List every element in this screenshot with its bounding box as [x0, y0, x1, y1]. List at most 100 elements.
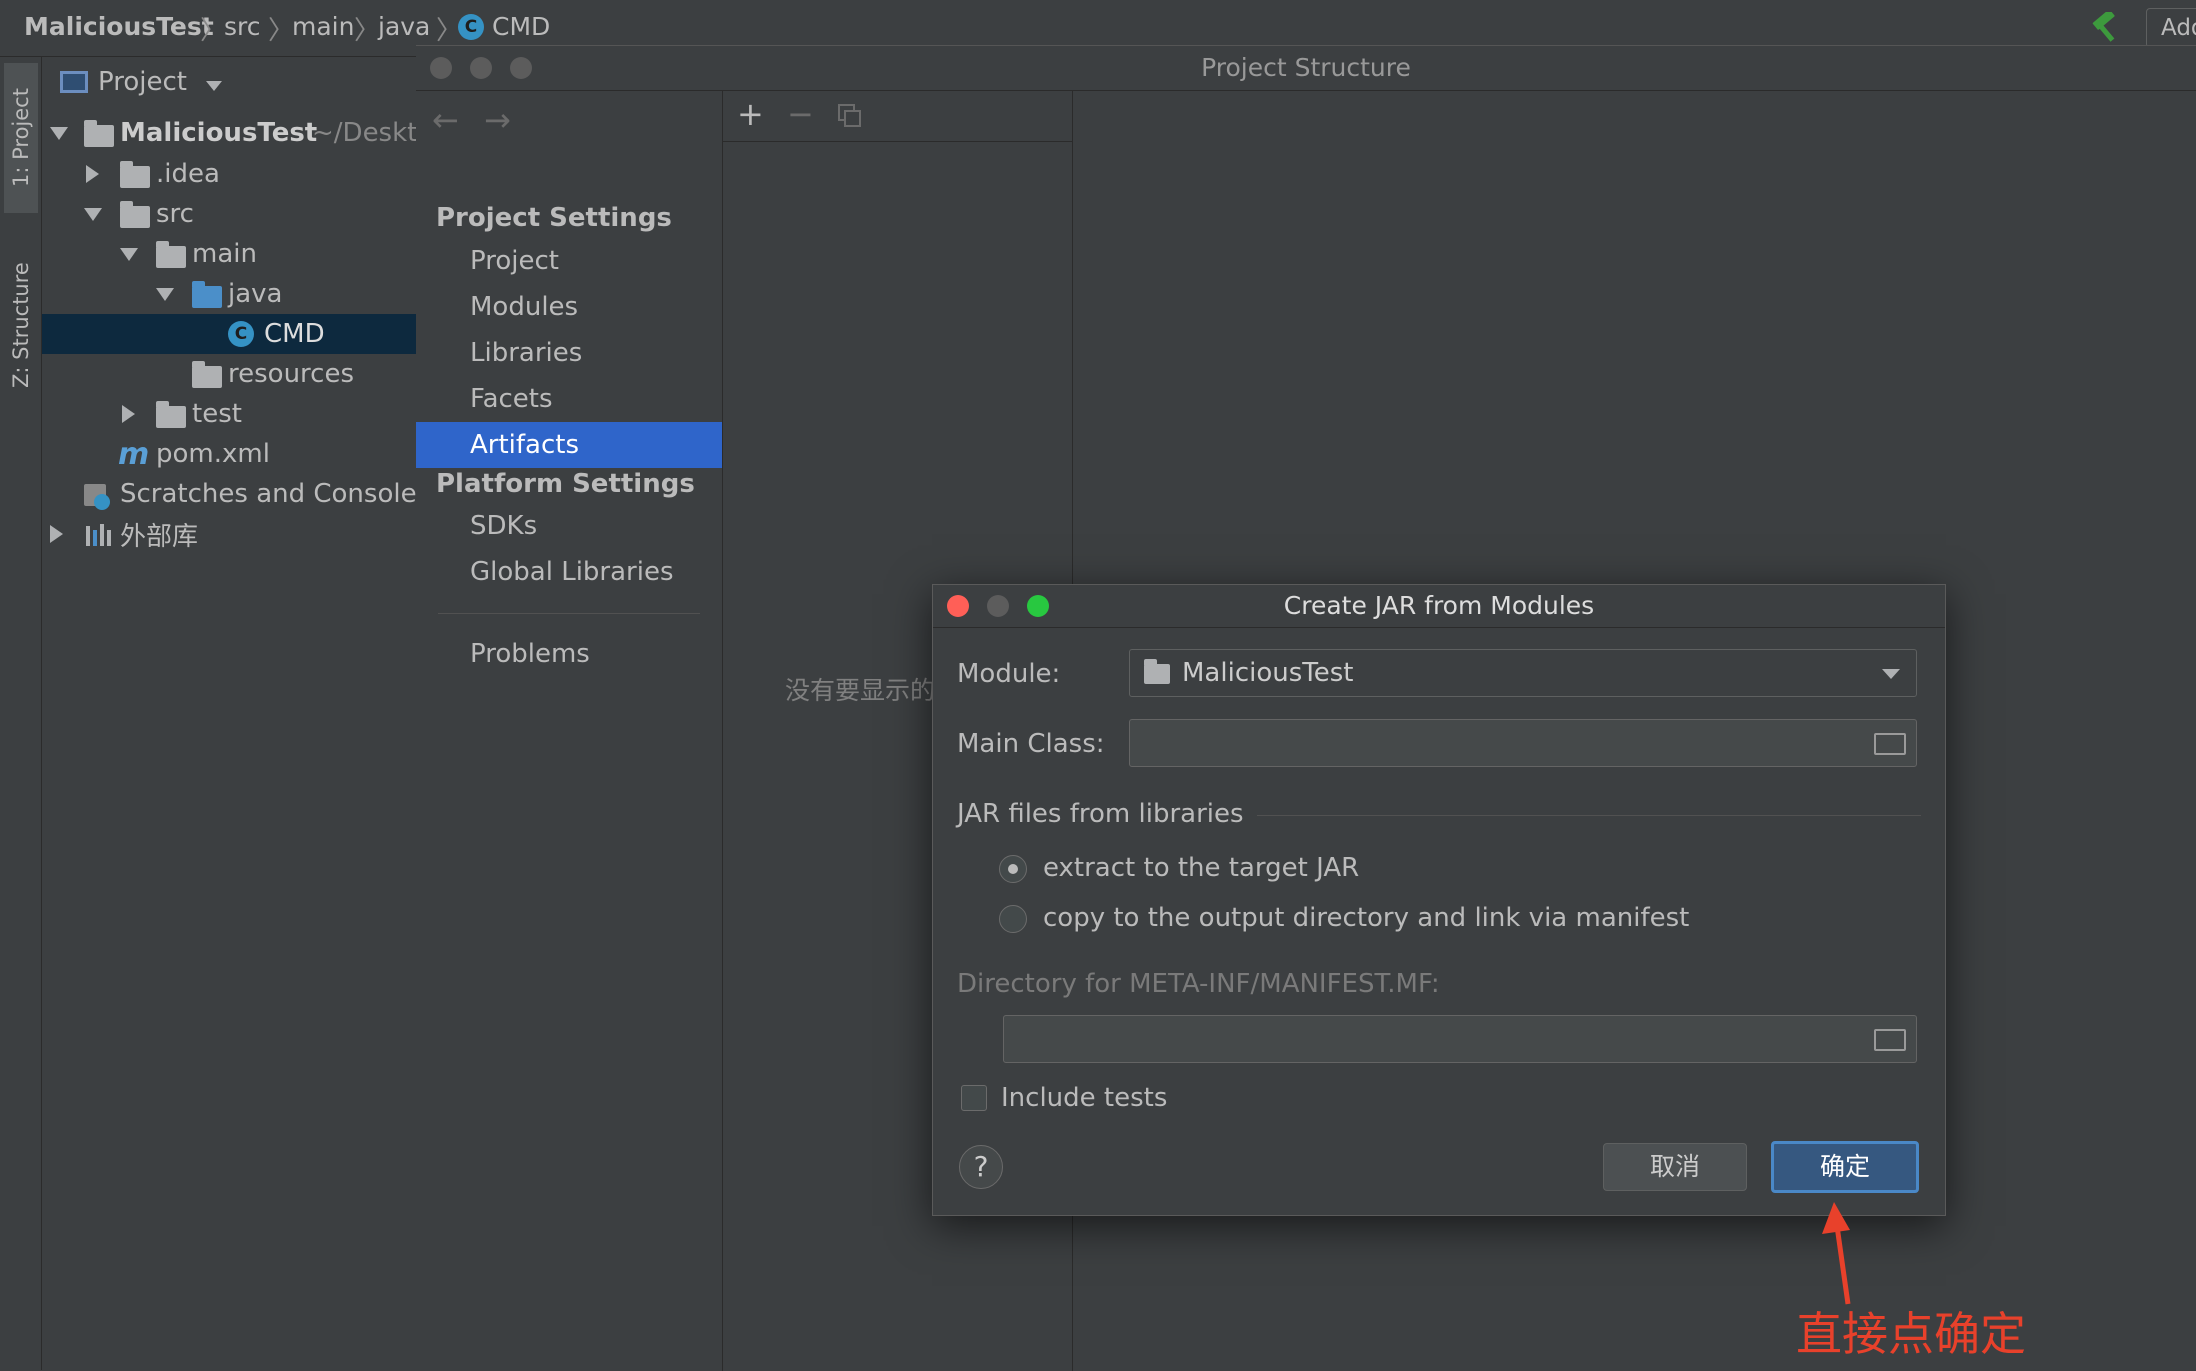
module-folder-icon	[1144, 659, 1170, 684]
collapse-arrow-icon[interactable]	[50, 525, 63, 543]
tree-item-root[interactable]: MaliciousTest ~/Deskt	[42, 113, 418, 153]
artifacts-toolbar: + −	[723, 91, 1072, 142]
minimize-window-icon[interactable]	[987, 595, 1009, 617]
nav-item-project[interactable]: Project	[416, 238, 722, 284]
chevron-down-icon[interactable]	[206, 81, 222, 91]
nav-item-libraries[interactable]: Libraries	[416, 330, 722, 376]
project-panel-title[interactable]: Project	[98, 67, 187, 97]
nav-item-sdks[interactable]: SDKs	[416, 503, 722, 549]
tree-item-label: MaliciousTest	[120, 118, 318, 148]
breadcrumb-item-main[interactable]: main	[292, 12, 354, 41]
radio-extract[interactable]	[999, 855, 1027, 883]
create-jar-title: Create JAR from Modules	[933, 585, 1945, 628]
folder-icon	[120, 161, 150, 188]
zoom-window-icon[interactable]	[510, 57, 532, 79]
expand-arrow-icon[interactable]	[50, 127, 68, 140]
collapse-arrow-icon[interactable]	[86, 165, 99, 183]
tree-item-external-libraries[interactable]: 外部库	[42, 514, 416, 554]
tree-item-scratches[interactable]: Scratches and Consoles	[42, 474, 416, 514]
browse-folder-icon[interactable]	[1874, 733, 1906, 755]
ok-button[interactable]: 确定	[1771, 1141, 1919, 1193]
tree-item-idea[interactable]: .idea	[42, 154, 416, 194]
breadcrumb-item-project[interactable]: MaliciousTest	[24, 12, 214, 41]
tree-item-resources[interactable]: resources	[42, 354, 416, 394]
tab-structure[interactable]: Z: Structure	[4, 245, 38, 405]
project-view-icon	[60, 71, 88, 93]
forward-arrow-icon[interactable]: →	[484, 101, 511, 139]
module-folder-icon	[84, 120, 114, 147]
radio-copy-label[interactable]: copy to the output directory and link vi…	[1043, 903, 1689, 933]
scratches-icon	[84, 484, 110, 510]
library-icon	[86, 524, 111, 546]
copy-icon[interactable]	[837, 103, 863, 129]
expand-arrow-icon[interactable]	[120, 248, 138, 261]
collapse-arrow-icon[interactable]	[122, 405, 135, 423]
close-window-icon[interactable]	[947, 595, 969, 617]
section-divider	[1257, 815, 1921, 816]
tree-item-label: pom.xml	[156, 439, 270, 469]
divider	[438, 613, 700, 614]
breadcrumb-item-cmd[interactable]: CMD	[492, 12, 550, 41]
dialog-title-text: Create JAR from Modules	[1283, 591, 1595, 620]
remove-icon[interactable]: −	[787, 95, 814, 133]
tree-item-label: .idea	[156, 159, 220, 189]
tree-item-test[interactable]: test	[42, 394, 416, 434]
radio-extract-label[interactable]: extract to the target JAR	[1043, 853, 1359, 883]
empty-list-text: 没有要显示的	[785, 676, 936, 705]
nav-item-problems[interactable]: Problems	[416, 631, 722, 677]
tree-item-label: test	[192, 399, 242, 429]
tree-item-java[interactable]: java	[42, 274, 416, 314]
tree-item-path: ~/Deskt	[312, 118, 418, 148]
chevron-right-icon: 〉	[200, 16, 227, 46]
add-configuration-button[interactable]: Add	[2146, 8, 2196, 48]
tree-item-cmd[interactable]: C CMD	[42, 314, 416, 354]
resources-folder-icon	[192, 361, 222, 388]
jar-files-section-label: JAR files from libraries	[957, 799, 1244, 829]
source-folder-icon	[192, 281, 222, 308]
java-class-icon: C	[228, 321, 254, 347]
main-class-label: Main Class:	[957, 729, 1105, 759]
cancel-button[interactable]: 取消	[1603, 1143, 1747, 1191]
tab-project[interactable]: 1: Project	[4, 63, 38, 213]
browse-folder-icon[interactable]	[1874, 1029, 1906, 1051]
settings-nav: ← → Project Settings Project Modules Lib…	[416, 91, 723, 1371]
nav-item-modules[interactable]: Modules	[416, 284, 722, 330]
close-window-icon[interactable]	[430, 57, 452, 79]
annotation-text: 直接点确定	[1796, 1307, 2026, 1361]
create-jar-dialog: Create JAR from Modules Module: Maliciou…	[932, 584, 1946, 1216]
include-tests-checkbox[interactable]	[961, 1085, 987, 1111]
nav-item-artifacts[interactable]: Artifacts	[416, 422, 722, 468]
include-tests-label[interactable]: Include tests	[1001, 1083, 1167, 1113]
tree-item-label: java	[228, 279, 283, 309]
help-button[interactable]: ?	[959, 1145, 1003, 1189]
project-structure-title: Project Structure	[416, 46, 2196, 91]
chevron-right-icon: 〉	[354, 16, 381, 46]
tree-item-label: resources	[228, 359, 355, 389]
module-select[interactable]: MaliciousTest	[1129, 649, 1917, 697]
annotation-arrow-icon	[1822, 1202, 1851, 1305]
breadcrumb-item-src[interactable]: src	[224, 12, 261, 41]
zoom-window-icon[interactable]	[1027, 595, 1049, 617]
nav-item-facets[interactable]: Facets	[416, 376, 722, 422]
tree-item-main[interactable]: main	[42, 234, 416, 274]
folder-icon	[120, 201, 150, 228]
expand-arrow-icon[interactable]	[156, 288, 174, 301]
expand-arrow-icon[interactable]	[84, 208, 102, 221]
breadcrumb-item-java[interactable]: java	[378, 12, 430, 41]
manifest-dir-field[interactable]	[1003, 1015, 1917, 1063]
minimize-window-icon[interactable]	[470, 57, 492, 79]
tool-window-strip: 1: Project Z: Structure	[0, 57, 42, 1370]
back-arrow-icon[interactable]: ←	[432, 101, 459, 139]
nav-item-global-libraries[interactable]: Global Libraries	[416, 549, 722, 595]
hammer-icon[interactable]	[2090, 12, 2124, 44]
module-label: Module:	[957, 659, 1061, 689]
tree-item-src[interactable]: src	[42, 194, 416, 234]
add-icon[interactable]: +	[737, 95, 764, 133]
chevron-down-icon[interactable]	[1882, 669, 1900, 679]
folder-icon	[156, 241, 186, 268]
radio-copy[interactable]	[999, 905, 1027, 933]
tree-item-pom[interactable]: m pom.xml	[42, 434, 416, 474]
main-class-field[interactable]	[1129, 719, 1917, 767]
folder-icon	[156, 401, 186, 428]
platform-settings-header: Platform Settings	[436, 469, 695, 499]
